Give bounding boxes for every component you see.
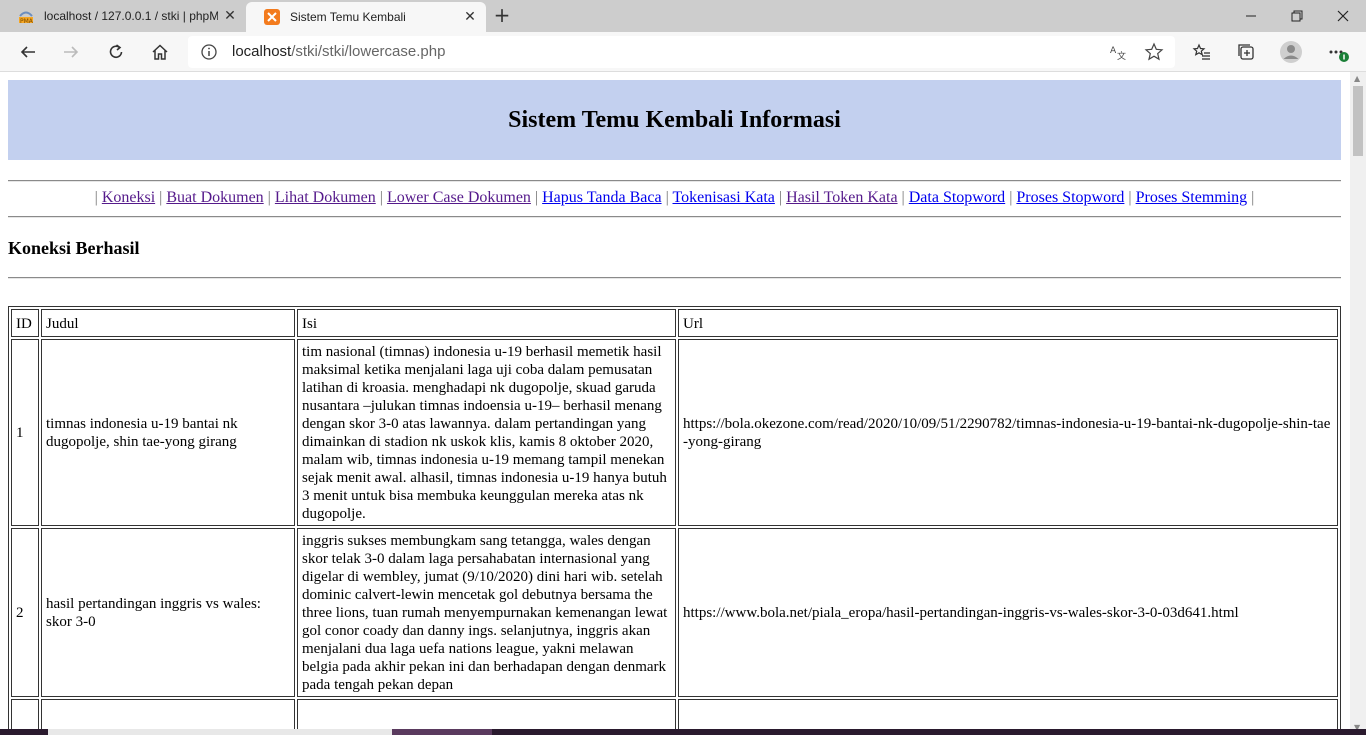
scrollbar-thumb[interactable] [1353,86,1363,156]
avatar[interactable] [1277,38,1305,66]
close-icon[interactable]: ✕ [218,8,242,24]
tab-title: Sistem Temu Kembali [290,10,406,24]
new-tab-button[interactable]: + [490,4,514,28]
nav-separator: | [379,189,383,206]
nav-link-tokenisasi-kata[interactable]: Tokenisasi Kata [672,189,774,206]
cell-judul: hasil pertandingan inggris vs wales: sko… [41,528,295,697]
nav-link-proses-stopword[interactable]: Proses Stopword [1016,189,1124,206]
page-header: Sistem Temu Kembali Informasi [8,80,1341,160]
nav-link-proses-stemming[interactable]: Proses Stemming [1136,189,1248,206]
scroll-up-icon[interactable]: ▲ [1354,74,1362,83]
nav-separator: | [267,189,271,206]
vertical-scrollbar[interactable]: ▲ ▼ [1350,72,1366,735]
nav-link-hapus-tanda-baca[interactable]: Hapus Tanda Baca [542,189,661,206]
close-window-button[interactable] [1320,0,1366,32]
collections-icon[interactable] [1232,38,1260,66]
connection-status: Koneksi Berhasil [8,238,140,258]
tab-strip: PMA localhost / 127.0.0.1 / stki | phpMy… [0,0,1366,32]
page-title: Sistem Temu Kembali Informasi [508,106,841,133]
page-viewport: Sistem Temu Kembali Informasi | Koneksi … [0,72,1350,735]
restore-button[interactable] [1274,0,1320,32]
svg-text:PMA: PMA [20,18,34,24]
cell-isi: inggris sukses membungkam sang tetangga,… [297,528,676,697]
nav-link-koneksi[interactable]: Koneksi [102,189,155,206]
column-header-isi: Isi [297,309,676,337]
url-text[interactable]: localhost/stki/stki/lowercase.php [232,43,445,60]
tab-title: localhost / 127.0.0.1 / stki | phpMyAdmi… [44,9,218,23]
url-host: localhost [232,43,292,60]
nav-separator: | [159,189,163,206]
divider [8,277,1341,279]
nav-separator: | [901,189,905,206]
nav-link-hasil-token-kata[interactable]: Hasil Token Kata [786,189,897,206]
url-path: /stki/stki/lowercase.php [291,43,446,60]
info-icon[interactable] [200,43,218,61]
nav-separator: | [94,189,98,206]
refresh-icon[interactable] [102,38,130,66]
cell-isi: tim nasional (timnas) indonesia u-19 ber… [297,339,676,526]
browser-toolbar: localhost/stki/stki/lowercase.php A文 [0,32,1366,72]
taskbar-app[interactable] [392,729,492,735]
column-header-url: Url [678,309,1338,337]
documents-table: ID Judul Isi Url 1 timnas indonesia u-19… [8,306,1341,735]
star-icon[interactable] [1144,42,1164,62]
cell-url: https://bola.okezone.com/read/2020/10/09… [678,339,1338,526]
forward-arrow-icon[interactable] [57,38,85,66]
cell-url: https://www.bola.net/piala_eropa/hasil-p… [678,528,1338,697]
home-icon[interactable] [146,38,174,66]
main-nav: | Koneksi | Buat Dokumen | Lihat Dokumen… [8,189,1341,207]
nav-separator: | [1128,189,1132,206]
more-options-icon[interactable] [1324,38,1352,66]
divider [8,180,1341,182]
favorites-icon[interactable] [1188,38,1216,66]
translate-icon[interactable]: A文 [1108,42,1128,62]
taskbar-search[interactable] [48,729,392,735]
divider [8,216,1341,218]
back-arrow-icon[interactable] [14,38,42,66]
nav-link-lihat-dokumen[interactable]: Lihat Dokumen [275,189,376,206]
svg-text:A: A [1110,46,1117,56]
nav-separator: | [1009,189,1013,206]
xampp-icon [264,9,280,25]
nav-link-lower-case-dokumen[interactable]: Lower Case Dokumen [387,189,531,206]
nav-separator: | [778,189,783,206]
nav-link-data-stopword[interactable]: Data Stopword [909,189,1005,206]
nav-separator: | [534,189,539,206]
tab-sistem-temu-kembali[interactable]: Sistem Temu Kembali ✕ [246,2,486,32]
cell-id: 2 [11,528,39,697]
tab-phpmyadmin[interactable]: PMA localhost / 127.0.0.1 / stki | phpMy… [0,0,246,32]
minimize-button[interactable] [1228,0,1274,32]
nav-separator: | [665,189,669,206]
cell-id: 1 [11,339,39,526]
close-icon[interactable]: ✕ [458,9,482,25]
cell-judul: timnas indonesia u-19 bantai nk dugopolj… [41,339,295,526]
os-taskbar [0,729,1366,735]
column-header-judul: Judul [41,309,295,337]
svg-text:文: 文 [1117,50,1126,62]
table-row: 2 hasil pertandingan inggris vs wales: s… [11,528,1338,697]
nav-separator: | [1251,189,1255,206]
table-row: 1 timnas indonesia u-19 bantai nk dugopo… [11,339,1338,526]
nav-link-buat-dokumen[interactable]: Buat Dokumen [166,189,263,206]
column-header-id: ID [11,309,39,337]
table-header-row: ID Judul Isi Url [11,309,1338,337]
phpmyadmin-icon: PMA [18,8,34,24]
address-bar[interactable]: localhost/stki/stki/lowercase.php A文 [188,36,1175,68]
